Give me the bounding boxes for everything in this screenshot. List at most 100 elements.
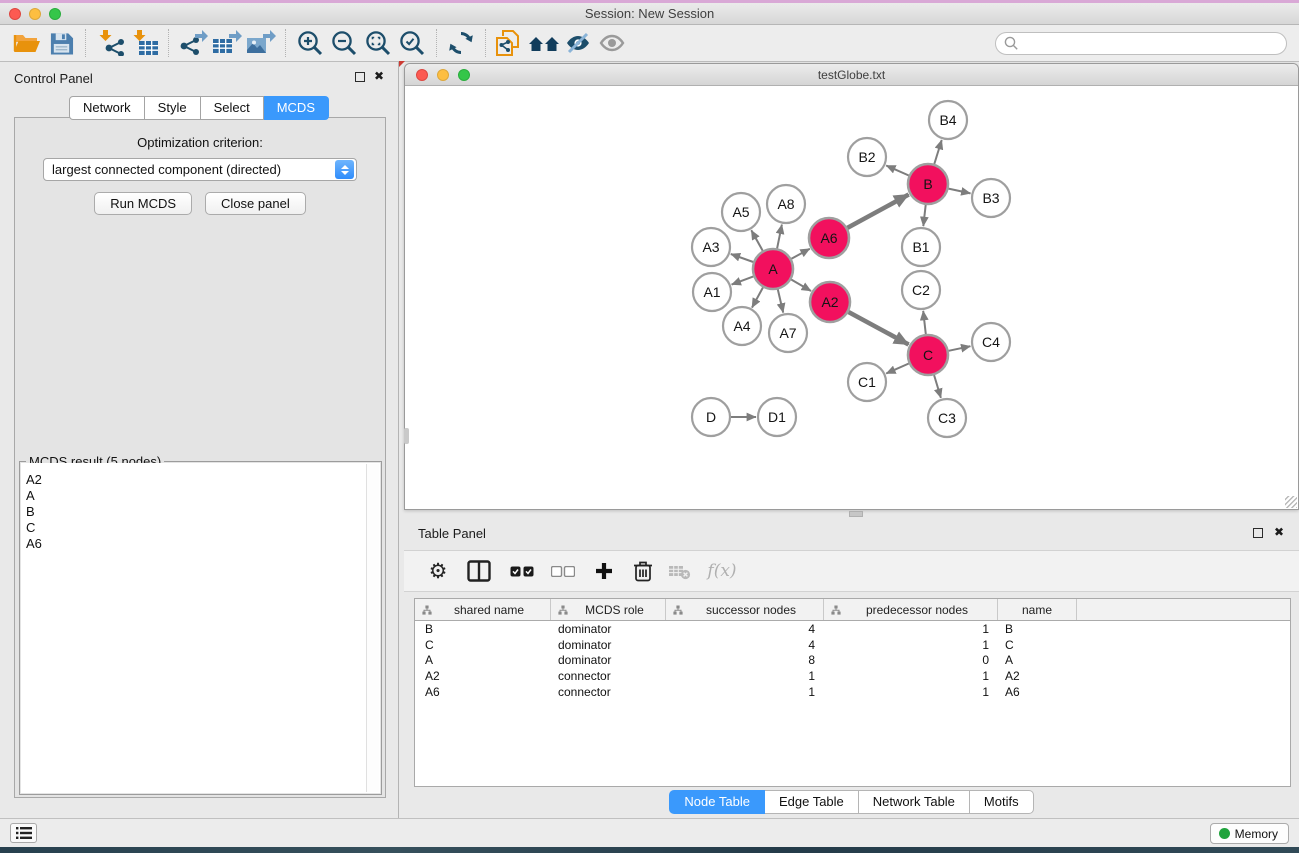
tab-style[interactable]: Style <box>145 96 201 120</box>
zoom-in-button[interactable] <box>293 27 327 59</box>
show-columns-button[interactable] <box>466 554 492 588</box>
cell-name[interactable]: A6 <box>998 685 1077 699</box>
zoom-fit-button[interactable] <box>361 27 395 59</box>
table-row[interactable]: A6connector11A6 <box>415 684 1290 700</box>
run-mcds-button[interactable]: Run MCDS <box>94 192 192 215</box>
column-header-predecessor-nodes[interactable]: predecessor nodes <box>824 599 998 620</box>
table-row[interactable]: Cdominator41C <box>415 637 1290 653</box>
optimization-criterion-select[interactable]: largest connected component (directed) <box>43 158 357 181</box>
graph-edge-C-C4[interactable] <box>949 346 971 351</box>
result-item[interactable]: B <box>21 504 380 520</box>
graph-edge-B-B3[interactable] <box>949 189 971 194</box>
clone-network-button[interactable] <box>493 27 527 59</box>
table-row[interactable]: A2connector11A2 <box>415 668 1290 684</box>
task-history-button[interactable] <box>10 823 37 843</box>
import-table-button[interactable] <box>127 27 161 59</box>
graph-edge-A-A8[interactable] <box>777 225 782 249</box>
close-panel-icon[interactable]: ✖ <box>374 69 384 83</box>
graph-edge-A-A5[interactable] <box>751 230 762 250</box>
graph-node-B4[interactable]: B4 <box>929 101 967 139</box>
tab-motifs[interactable]: Motifs <box>970 790 1034 814</box>
zoom-selected-button[interactable] <box>395 27 429 59</box>
cell-shared-name[interactable]: A6 <box>415 685 551 699</box>
table-settings-button[interactable]: ⚙ <box>426 554 450 588</box>
graph-edge-C-C2[interactable] <box>923 311 926 334</box>
cell-successor-nodes[interactable]: 1 <box>666 669 824 683</box>
network-graph[interactable]: AA1A2A3A4A5A6A7A8BB1B2B3B4CC1C2C3C4DD1 <box>405 86 1298 509</box>
export-table-button[interactable] <box>210 27 244 59</box>
graph-node-B3[interactable]: B3 <box>972 179 1010 217</box>
save-session-button[interactable] <box>44 27 78 59</box>
close-panel-button[interactable]: Close panel <box>205 192 306 215</box>
cell-MCDS-role[interactable]: dominator <box>551 622 666 636</box>
show-all-networks-button[interactable] <box>527 27 561 59</box>
vertical-scrollbar-thumb[interactable] <box>404 428 409 444</box>
graph-node-B2[interactable]: B2 <box>848 138 886 176</box>
open-session-button[interactable] <box>10 27 44 59</box>
graph-edge-C-C1[interactable] <box>886 364 909 374</box>
cell-predecessor-nodes[interactable]: 1 <box>824 685 998 699</box>
float-panel-icon[interactable] <box>355 72 365 82</box>
hide-selected-button[interactable] <box>561 27 595 59</box>
tab-mcds[interactable]: MCDS <box>264 96 329 120</box>
graph-edge-B-B1[interactable] <box>923 205 925 226</box>
graph-node-C4[interactable]: C4 <box>972 323 1010 361</box>
graph-node-A2[interactable]: A2 <box>810 282 850 322</box>
graph-node-B[interactable]: B <box>908 164 948 204</box>
graph-node-A7[interactable]: A7 <box>769 314 807 352</box>
horizontal-scrollbar-thumb[interactable] <box>849 511 863 517</box>
mcds-result-list[interactable]: A2ABCA6 <box>21 463 380 793</box>
network-window-titlebar[interactable]: testGlobe.txt <box>405 64 1298 86</box>
graph-node-C3[interactable]: C3 <box>928 399 966 437</box>
graph-node-A4[interactable]: A4 <box>723 307 761 345</box>
graph-node-A[interactable]: A <box>753 249 793 289</box>
cell-successor-nodes[interactable]: 4 <box>666 638 824 652</box>
cell-name[interactable]: A <box>998 653 1077 667</box>
cell-MCDS-role[interactable]: connector <box>551 669 666 683</box>
cell-MCDS-role[interactable]: connector <box>551 685 666 699</box>
cell-MCDS-role[interactable]: dominator <box>551 653 666 667</box>
result-item[interactable]: A <box>21 488 380 504</box>
table-row[interactable]: Bdominator41B <box>415 621 1290 637</box>
cell-predecessor-nodes[interactable]: 1 <box>824 622 998 636</box>
graph-node-A3[interactable]: A3 <box>692 228 730 266</box>
cell-shared-name[interactable]: C <box>415 638 551 652</box>
column-header-shared-name[interactable]: shared name <box>415 599 551 620</box>
export-network-button[interactable] <box>176 27 210 59</box>
graph-node-A1[interactable]: A1 <box>693 273 731 311</box>
graph-node-A5[interactable]: A5 <box>722 193 760 231</box>
select-all-button[interactable] <box>508 554 536 588</box>
tab-network[interactable]: Network <box>69 96 145 120</box>
zoom-out-button[interactable] <box>327 27 361 59</box>
result-item[interactable]: A2 <box>21 472 380 488</box>
tab-edge-table[interactable]: Edge Table <box>765 790 859 814</box>
graph-node-D[interactable]: D <box>692 398 730 436</box>
cell-name[interactable]: A2 <box>998 669 1077 683</box>
cell-successor-nodes[interactable]: 4 <box>666 622 824 636</box>
cell-predecessor-nodes[interactable]: 1 <box>824 669 998 683</box>
result-list-scrollbar[interactable] <box>366 464 379 792</box>
graph-node-B1[interactable]: B1 <box>902 228 940 266</box>
graph-edge-A6-B[interactable] <box>847 195 908 228</box>
cell-shared-name[interactable]: B <box>415 622 551 636</box>
graph-edge-A2-C[interactable] <box>849 312 909 345</box>
create-column-button[interactable] <box>593 554 615 588</box>
cell-predecessor-nodes[interactable]: 1 <box>824 638 998 652</box>
search-input[interactable] <box>1020 36 1270 50</box>
network-search-field[interactable] <box>995 32 1287 55</box>
graph-edge-A-A6[interactable] <box>791 249 809 259</box>
result-item[interactable]: C <box>21 520 380 536</box>
import-network-button[interactable] <box>93 27 127 59</box>
result-item[interactable]: A6 <box>21 536 380 552</box>
cell-shared-name[interactable]: A <box>415 653 551 667</box>
show-hidden-button[interactable] <box>595 27 629 59</box>
cell-MCDS-role[interactable]: dominator <box>551 638 666 652</box>
column-header-MCDS-role[interactable]: MCDS role <box>551 599 666 620</box>
memory-button[interactable]: Memory <box>1210 823 1289 844</box>
graph-edge-A-A7[interactable] <box>778 289 783 312</box>
window-resize-grip[interactable] <box>1285 496 1297 508</box>
float-table-panel-icon[interactable] <box>1253 528 1263 538</box>
cell-name[interactable]: B <box>998 622 1077 636</box>
column-header-name[interactable]: name <box>998 599 1077 620</box>
graph-edge-A-A2[interactable] <box>791 280 811 292</box>
